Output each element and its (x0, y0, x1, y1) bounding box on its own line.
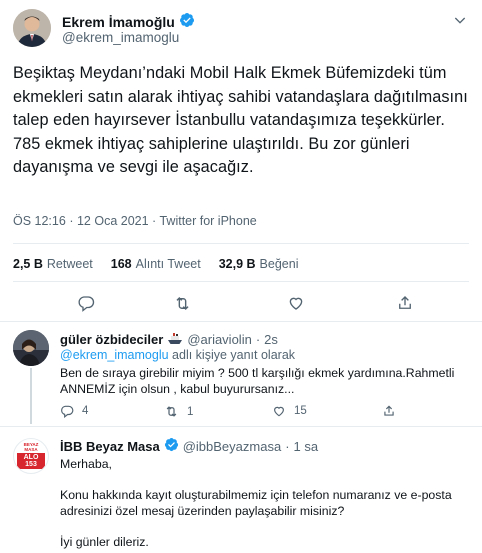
reply-separator: · (285, 438, 290, 454)
ibb-avatar[interactable]: BEYAZ MASA ALO 153 (13, 438, 49, 474)
author-handle[interactable]: @ekrem_imamoglu (62, 30, 179, 45)
reply-author-name[interactable]: güler özbideciler (60, 332, 163, 347)
meta-separator: · (69, 214, 74, 228)
reply-avatar[interactable] (13, 330, 49, 366)
reply-reply-button[interactable]: 4 (60, 404, 88, 418)
reply-author-name[interactable]: İBB Beyaz Masa (60, 439, 160, 454)
reply-icon (61, 405, 74, 418)
reply-share-button[interactable] (382, 404, 396, 418)
quotes-count: 168 (110, 257, 132, 271)
retweet-icon[interactable] (172, 293, 192, 313)
ibb-logo-text: ALO 153 (17, 453, 45, 469)
reply-author-handle[interactable]: @ariaviolin (187, 332, 252, 347)
share-icon (384, 405, 394, 416)
reply-text-line: ANNEMİZ için olsun , kabul buyurursanız.… (60, 381, 295, 396)
tweet-time[interactable]: ÖS 12:16 (13, 214, 66, 228)
share-icon[interactable] (395, 293, 415, 313)
heart-icon[interactable] (286, 293, 306, 313)
reply-text-line: Ben de sıraya girebilir miyim ? 500 tl k… (60, 366, 455, 380)
tweet-text: Beşiktaş Meydanı’ndaki Mobil Halk Ekmek … (13, 64, 468, 177)
tweet-page: Ekrem İmamoğlu @ekrem_imamoglu Beşiktaş … (0, 0, 482, 553)
divider (13, 281, 469, 282)
reply-retweet-button[interactable]: 1 (164, 404, 193, 419)
reply-icon[interactable] (76, 293, 96, 313)
reply-time[interactable]: 1 sa (294, 439, 319, 454)
reply-like-button[interactable]: 15 (272, 404, 307, 418)
reply-author-handle[interactable]: @ibbBeyazmasa (183, 439, 281, 454)
reply-header: İBB Beyaz Masa @ibbBeyazmasa · 1 sa (60, 437, 318, 455)
thread-line (30, 368, 32, 424)
meta-separator: · (152, 214, 157, 228)
tweet-stats: 2,5 B Retweet 168 Alıntı Tweet 32,9 B Beğen… (13, 257, 298, 271)
ibb-logo: BEYAZ MASA ALO 153 (17, 442, 45, 469)
likes-label: Beğeni (259, 257, 299, 271)
tweet-meta: ÖS 12:16 · 12 Oca 2021 · Twitter for iPh… (13, 214, 257, 228)
retweets-stat[interactable]: 2,5 B Retweet (13, 257, 93, 271)
divider (0, 321, 482, 322)
reply-paragraph: Merhaba, (60, 457, 112, 471)
retweet-icon (166, 406, 177, 417)
reply-count: 4 (82, 405, 89, 417)
retweet-count: 1 (187, 405, 194, 418)
tweet-source[interactable]: Twitter for iPhone (159, 214, 256, 228)
quotes-label: Alıntı Tweet (135, 257, 201, 271)
likes-stat[interactable]: 32,9 B Beğeni (219, 257, 299, 271)
quotes-stat[interactable]: 168 Alıntı Tweet (111, 257, 201, 271)
reply-text-line: Konu hakkında kayıt oluşturabilmemiz içi… (60, 488, 452, 502)
reply-paragraph: İyi günler dileriz. (60, 534, 149, 549)
reply-actions: 4 1 15 (60, 404, 460, 422)
replying-mention[interactable]: @ekrem_imamoglu (60, 348, 169, 362)
verified-badge-icon (179, 12, 195, 31)
author-name[interactable]: Ekrem İmamoğlu (62, 12, 195, 31)
ibb-logo-small-text: BEYAZ MASA (23, 442, 39, 452)
likes-count: 32,9 B (218, 257, 256, 271)
like-count: 15 (294, 405, 307, 417)
retweets-label: Retweet (46, 257, 93, 271)
reply-text: Ben de sıraya girebilir miyim ? 500 tl k… (60, 366, 460, 397)
divider (0, 426, 482, 427)
reply-paragraph: Konu hakkında kayıt oluşturabilmemiz içi… (60, 488, 460, 519)
heart-icon (274, 406, 284, 417)
reply-separator: · (255, 332, 261, 347)
verified-badge-icon (164, 437, 179, 455)
replying-suffix: adlı kişiye yanıt olarak (172, 348, 296, 362)
tweet-date[interactable]: 12 Oca 2021 (77, 214, 149, 228)
reply-time[interactable]: 2s (264, 332, 278, 347)
retweets-count: 2,5 B (13, 257, 43, 271)
replying-to: @ekrem_imamoglu adlı kişiye yanıt olarak (60, 348, 295, 362)
reply-text: Merhaba, Konu hakkında kayıt oluşturabil… (60, 457, 460, 553)
author-avatar[interactable] (13, 9, 51, 47)
reply-text-line: adresinizi özel mesaj üzerinden paylaşab… (60, 503, 345, 518)
tweet-actions (0, 290, 482, 316)
chevron-down-icon[interactable] (452, 12, 468, 28)
reply-header: güler özbideciler @ariaviolin · 2s (60, 331, 278, 348)
divider (13, 243, 469, 244)
ship-emoji-icon (167, 331, 183, 348)
author-name-text[interactable]: Ekrem İmamoğlu (62, 14, 175, 30)
